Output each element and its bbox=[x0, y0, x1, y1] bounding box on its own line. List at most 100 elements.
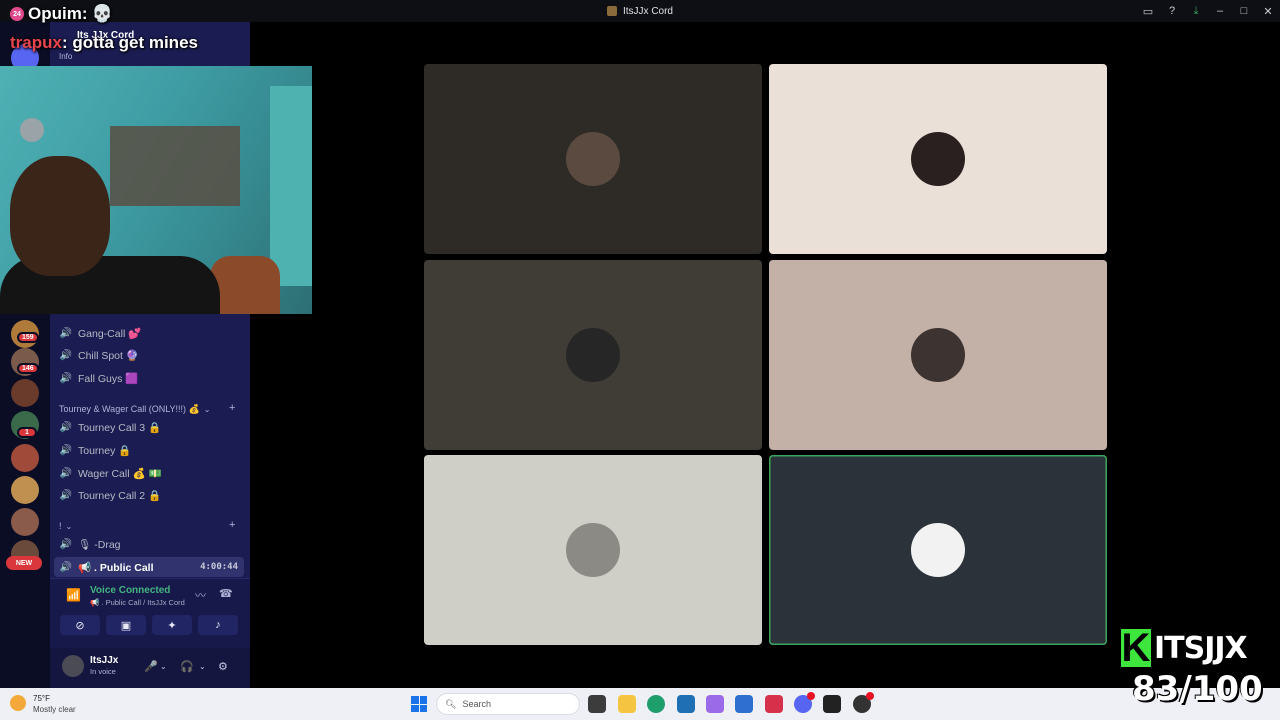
info-category[interactable]: Info bbox=[59, 52, 72, 61]
chat-message: : gotta get mines bbox=[61, 33, 198, 52]
speaker-icon: 🔊 bbox=[59, 538, 73, 550]
channel-label: Wager Call 💰 💵 bbox=[78, 467, 162, 480]
user-panel: ItsJJx In voice 🎤 ⌄ 🎧 ⌄ ⚙ bbox=[50, 648, 250, 688]
user-name[interactable]: ItsJJx bbox=[90, 655, 118, 666]
webcam-overlay bbox=[0, 66, 312, 314]
add-channel-icon[interactable]: + bbox=[229, 519, 235, 531]
chevron-down-icon: ⌄ bbox=[65, 521, 73, 531]
chevron-down-icon[interactable]: ⌄ bbox=[199, 662, 206, 671]
task-view-icon[interactable] bbox=[588, 695, 606, 713]
signal-icon[interactable]: 📶 bbox=[66, 588, 81, 602]
search-icon: 🔍︎ bbox=[445, 698, 457, 709]
server-mention-badge: 1 bbox=[17, 427, 37, 438]
user-status: In voice bbox=[90, 667, 116, 676]
category-tourney[interactable]: Tourney & Wager Call (ONLY!!!) 💰 ⌄ + bbox=[59, 402, 235, 415]
voice-location[interactable]: 📢 . Public Call / ItsJJx Cord bbox=[90, 598, 185, 607]
channel-drag[interactable]: 🔊 🎙 -Drag bbox=[54, 534, 244, 554]
server-icon[interactable] bbox=[11, 508, 39, 536]
speaker-icon: 🔊 bbox=[59, 467, 73, 479]
voice-status[interactable]: Voice Connected bbox=[90, 585, 170, 596]
participant-tile[interactable] bbox=[424, 455, 762, 645]
server-icon[interactable] bbox=[11, 444, 39, 472]
channel-label: 📢 . Public Call bbox=[78, 561, 154, 574]
avatar bbox=[911, 328, 965, 382]
help-icon[interactable]: ? bbox=[1160, 0, 1184, 22]
channel-tourney[interactable]: 🔊 Tourney 🔒 bbox=[54, 440, 244, 460]
maximize-button[interactable]: □ bbox=[1232, 0, 1256, 22]
category-misc[interactable]: ! ⌄ + bbox=[59, 519, 235, 531]
chat-username: trapux bbox=[10, 33, 62, 52]
start-button[interactable] bbox=[411, 696, 427, 712]
disconnect-icon[interactable]: ☎ bbox=[219, 587, 233, 600]
epic-games-icon[interactable] bbox=[823, 695, 841, 713]
minimize-button[interactable]: – bbox=[1208, 0, 1232, 22]
channel-label: Tourney 🔒 bbox=[78, 444, 132, 457]
voice-connection-panel: 📶 Voice Connected 📢 . Public Call / ItsJ… bbox=[50, 578, 250, 648]
file-explorer-icon[interactable] bbox=[618, 695, 636, 713]
store-icon[interactable] bbox=[735, 695, 753, 713]
speaker-icon: 🔊 bbox=[59, 561, 73, 573]
headphones-icon[interactable]: 🎧 bbox=[180, 660, 194, 673]
download-icon[interactable]: ⤓ bbox=[1184, 0, 1208, 22]
server-icon[interactable] bbox=[11, 379, 39, 407]
app-icon[interactable] bbox=[765, 695, 783, 713]
title-bar: ItsJJx Cord ▭ ? ⤓ – □ ✕ bbox=[0, 0, 1280, 22]
channel-public-call[interactable]: 🔊 📢 . Public Call 4:00:44 bbox=[54, 557, 244, 577]
microphone-icon[interactable]: 🎤 bbox=[144, 660, 158, 673]
taskbar-search[interactable]: 🔍︎ Search bbox=[436, 693, 580, 715]
participant-tile[interactable] bbox=[769, 455, 1107, 645]
noise-suppression-icon[interactable]: 〰 bbox=[195, 587, 206, 603]
brand-name: ITSJJX bbox=[1154, 630, 1248, 666]
soundboard-button[interactable]: ♪ bbox=[198, 615, 238, 635]
channel-chill-spot[interactable]: 🔊 Chill Spot 🔮 bbox=[54, 345, 244, 365]
speaker-icon: 🔊 bbox=[59, 444, 73, 456]
chair bbox=[210, 256, 280, 314]
camera-off-button[interactable]: ⊘ bbox=[60, 615, 100, 635]
speaker-icon: 🔊 bbox=[59, 421, 73, 433]
channel-wager-call[interactable]: 🔊 Wager Call 💰 💵 bbox=[54, 463, 244, 483]
gear-icon[interactable]: ⚙ bbox=[218, 660, 228, 673]
channel-gang-call[interactable]: 🔊 Gang-Call 💕 bbox=[54, 323, 244, 343]
channel-tourney-call-3[interactable]: 🔊 Tourney Call 3 🔒 bbox=[54, 417, 244, 437]
share-screen-button[interactable]: ▣ bbox=[106, 615, 146, 635]
new-unreads-pill[interactable]: NEW bbox=[6, 556, 42, 570]
channel-tourney-call-2[interactable]: 🔊 Tourney Call 2 🔒 bbox=[54, 485, 244, 505]
search-placeholder: Search bbox=[462, 699, 491, 709]
participant-tile[interactable] bbox=[424, 64, 762, 254]
chat-overlay-line-1: 24 Opuim: 💀 bbox=[10, 4, 113, 24]
speaker-icon: 🔊 bbox=[59, 372, 73, 384]
server-icon bbox=[606, 6, 617, 16]
avatar bbox=[911, 132, 965, 186]
participant-tile[interactable] bbox=[424, 260, 762, 450]
avatar bbox=[911, 523, 965, 577]
channel-label: 🎙 -Drag bbox=[78, 538, 121, 551]
app-icon[interactable] bbox=[706, 695, 724, 713]
close-button[interactable]: ✕ bbox=[1256, 0, 1280, 22]
add-channel-icon[interactable]: + bbox=[229, 402, 235, 414]
avatar[interactable] bbox=[62, 655, 84, 677]
activities-button[interactable]: ✦ bbox=[152, 615, 192, 635]
participant-tile[interactable] bbox=[769, 64, 1107, 254]
brand-logo: K ITSJJX bbox=[1118, 624, 1278, 672]
channel-fall-guys[interactable]: 🔊 Fall Guys 🟪 bbox=[54, 368, 244, 388]
discord-icon[interactable] bbox=[794, 692, 815, 713]
window-title-group: ItsJJx Cord bbox=[0, 0, 1280, 22]
server-icon[interactable] bbox=[11, 476, 39, 504]
edge-icon[interactable] bbox=[647, 695, 665, 713]
chevron-down-icon[interactable]: ⌄ bbox=[160, 662, 167, 671]
app-icon[interactable] bbox=[677, 695, 695, 713]
inbox-icon[interactable]: ▭ bbox=[1136, 0, 1160, 22]
brand-letter: K bbox=[1118, 626, 1154, 670]
streamer-head bbox=[10, 156, 110, 276]
app-icon[interactable] bbox=[853, 692, 874, 713]
channel-label: Tourney Call 3 🔒 bbox=[78, 421, 162, 434]
call-timer: 4:00:44 bbox=[200, 562, 238, 572]
weather-temp[interactable]: 75°F bbox=[33, 694, 50, 703]
participant-tile[interactable] bbox=[769, 260, 1107, 450]
weather-desc[interactable]: Mostly clear bbox=[33, 705, 76, 714]
channel-label: Fall Guys 🟪 bbox=[78, 372, 139, 385]
category-label: Tourney & Wager Call (ONLY!!!) 💰 bbox=[59, 404, 200, 414]
avatar bbox=[566, 328, 620, 382]
weather-icon[interactable] bbox=[10, 695, 26, 711]
chevron-down-icon: ⌄ bbox=[203, 405, 211, 414]
